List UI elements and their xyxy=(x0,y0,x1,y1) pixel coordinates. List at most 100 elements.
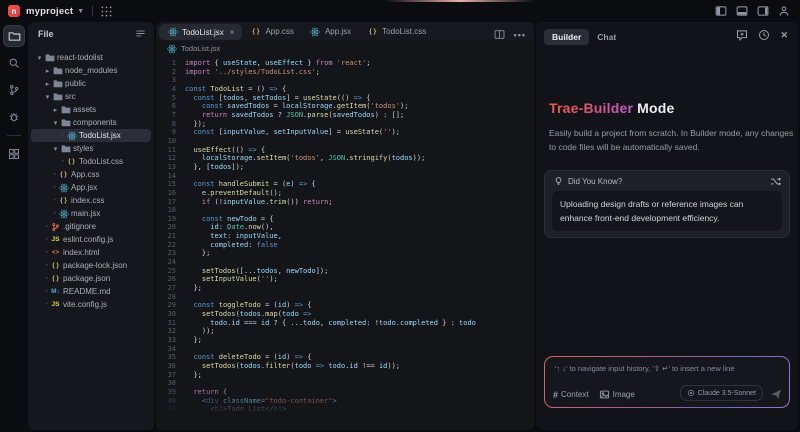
file-label: App.jsx xyxy=(71,183,97,192)
new-chat-icon[interactable] xyxy=(736,29,748,41)
file-bullet: • xyxy=(43,263,50,269)
code-line: 32 )); xyxy=(156,327,534,336)
code-line: 21 text: inputValue, xyxy=(156,232,534,241)
tree-item-components[interactable]: ▾components xyxy=(31,116,151,129)
activity-source-control-icon[interactable] xyxy=(4,80,24,100)
tree-item-index.css[interactable]: •{ }index.css xyxy=(31,194,151,207)
code-line: 26 setInputValue(''); xyxy=(156,275,534,284)
panel-left-icon[interactable] xyxy=(715,5,727,17)
file-bullet: • xyxy=(43,289,50,295)
code-editor[interactable]: 1import { useState, useEffect } from 're… xyxy=(156,59,534,414)
tree-item-index.html[interactable]: •<>index.html xyxy=(31,246,151,259)
file-bullet: • xyxy=(43,237,50,243)
split-editor-icon[interactable] xyxy=(494,29,505,40)
file-bullet: • xyxy=(43,302,50,308)
model-icon xyxy=(687,389,695,397)
tree-item-public[interactable]: ▸public xyxy=(31,77,151,90)
send-icon[interactable] xyxy=(770,388,782,400)
tree-item-App.css[interactable]: •{ }App.css xyxy=(31,168,151,181)
tree-item-vite.config.js[interactable]: •JSvite.config.js xyxy=(31,298,151,311)
activity-extensions-icon[interactable] xyxy=(4,144,24,164)
file-bullet: • xyxy=(59,159,66,165)
shuffle-icon[interactable] xyxy=(770,176,781,187)
tree-item-node_modules[interactable]: ▸node_modules xyxy=(31,64,151,77)
tree-item-TodoList.jsx[interactable]: • TodoList.jsx xyxy=(31,129,151,142)
file-label: App.css xyxy=(71,170,99,179)
tree-item-package.json[interactable]: •{ }package.json xyxy=(31,272,151,285)
breadcrumb[interactable]: TodoList.jsx xyxy=(156,41,534,56)
tree-item-react-todolist[interactable]: ▾react-todolist xyxy=(31,51,151,64)
image-button[interactable]: Image xyxy=(599,389,635,400)
tree-item-README.md[interactable]: •M↓README.md xyxy=(31,285,151,298)
file-bullet: • xyxy=(43,224,50,230)
file-bullet: • xyxy=(51,198,58,204)
chevron-right-icon: ▸ xyxy=(51,106,60,114)
chat-input[interactable] xyxy=(553,362,781,382)
activity-debug-icon[interactable] xyxy=(4,107,24,127)
file-bullet: • xyxy=(51,185,58,191)
braces-file-icon: { } xyxy=(58,171,69,178)
braces-file-icon: { } xyxy=(367,28,378,35)
editor-tab-TodoList.css[interactable]: { } TodoList.css xyxy=(359,22,434,41)
hash-icon: # xyxy=(553,390,558,400)
builder-header: Builder Chat ✕ xyxy=(544,27,790,47)
tree-item-.gitignore[interactable]: •.gitignore xyxy=(31,220,151,233)
app-logo-icon[interactable]: n xyxy=(8,5,20,17)
builder-mode-description: Easily build a project from scratch. In … xyxy=(549,126,798,154)
file-label: TodoList.jsx xyxy=(79,131,121,140)
file-bullet: • xyxy=(59,133,66,139)
tree-item-package-lock.json[interactable]: •{ }package-lock.json xyxy=(31,259,151,272)
context-button[interactable]: # Context xyxy=(553,390,589,400)
project-name[interactable]: myproject xyxy=(26,6,73,17)
code-line: 24 xyxy=(156,258,534,267)
chevron-down-icon[interactable]: ▼ xyxy=(77,8,84,15)
code-line: 23 }; xyxy=(156,249,534,258)
editor-tab-App.jsx[interactable]: App.jsx xyxy=(302,22,359,41)
panel-right-icon[interactable] xyxy=(757,5,769,17)
activity-bar xyxy=(0,22,28,432)
code-line: 7 return savedTodos ? JSON.parse(savedTo… xyxy=(156,111,534,120)
activity-explorer-icon[interactable] xyxy=(4,26,24,46)
tree-item-styles[interactable]: ▾styles xyxy=(31,142,151,155)
tree-item-App.jsx[interactable]: • App.jsx xyxy=(31,181,151,194)
history-icon[interactable] xyxy=(758,29,770,41)
tab-label: App.css xyxy=(265,27,293,36)
code-line: 18 xyxy=(156,206,534,215)
tree-item-assets[interactable]: ▸assets xyxy=(31,103,151,116)
code-line: 34 xyxy=(156,345,534,354)
tree-item-TodoList.css[interactable]: •{ }TodoList.css xyxy=(31,155,151,168)
editor-tab-App.css[interactable]: { }App.css xyxy=(242,22,301,41)
account-icon[interactable] xyxy=(778,5,790,17)
activity-search-icon[interactable] xyxy=(4,53,24,73)
git-file-icon xyxy=(50,222,61,232)
editor-panel: TodoList.jsx×{ }App.cssApp.jsx{ }TodoLis… xyxy=(156,22,534,430)
code-line: 9 const [inputValue, setInputValue] = us… xyxy=(156,128,534,137)
tree-item-main.jsx[interactable]: •main.jsx xyxy=(31,207,151,220)
tab-builder[interactable]: Builder xyxy=(544,29,589,45)
chevron-down-icon: ▾ xyxy=(35,54,44,62)
tree-item-eslint.config.js[interactable]: •JSeslint.config.js xyxy=(31,233,151,246)
collapse-explorer-icon[interactable] xyxy=(135,28,146,39)
code-line: 20 id: Date.now(), xyxy=(156,223,534,232)
model-selector[interactable]: Claude 3.5-Sonnet xyxy=(680,385,763,401)
breadcrumb-file: TodoList.jsx xyxy=(181,44,220,53)
tab-chat[interactable]: Chat xyxy=(589,29,624,45)
titlebar-divider xyxy=(92,6,93,16)
more-actions-icon[interactable]: ••• xyxy=(514,25,526,43)
file-bullet: • xyxy=(43,276,50,282)
tab-label: TodoList.css xyxy=(382,27,426,36)
react-icon xyxy=(166,44,177,54)
activity-divider xyxy=(7,135,21,136)
title-bar: n myproject ▼ xyxy=(0,0,800,22)
braces-file-icon: { } xyxy=(58,197,69,204)
close-icon[interactable]: ✕ xyxy=(780,30,788,41)
react-file-icon xyxy=(66,131,77,141)
file-bullet: • xyxy=(51,211,58,217)
code-line: 2import '../styles/TodoList.css'; xyxy=(156,68,534,77)
apps-grid-icon[interactable] xyxy=(101,6,112,17)
panel-bottom-icon[interactable] xyxy=(736,5,748,17)
close-tab-icon[interactable]: × xyxy=(230,28,235,37)
tree-item-src[interactable]: ▾src xyxy=(31,90,151,103)
file-label: components xyxy=(73,118,117,127)
editor-tab-TodoList.jsx[interactable]: TodoList.jsx× xyxy=(159,24,242,40)
